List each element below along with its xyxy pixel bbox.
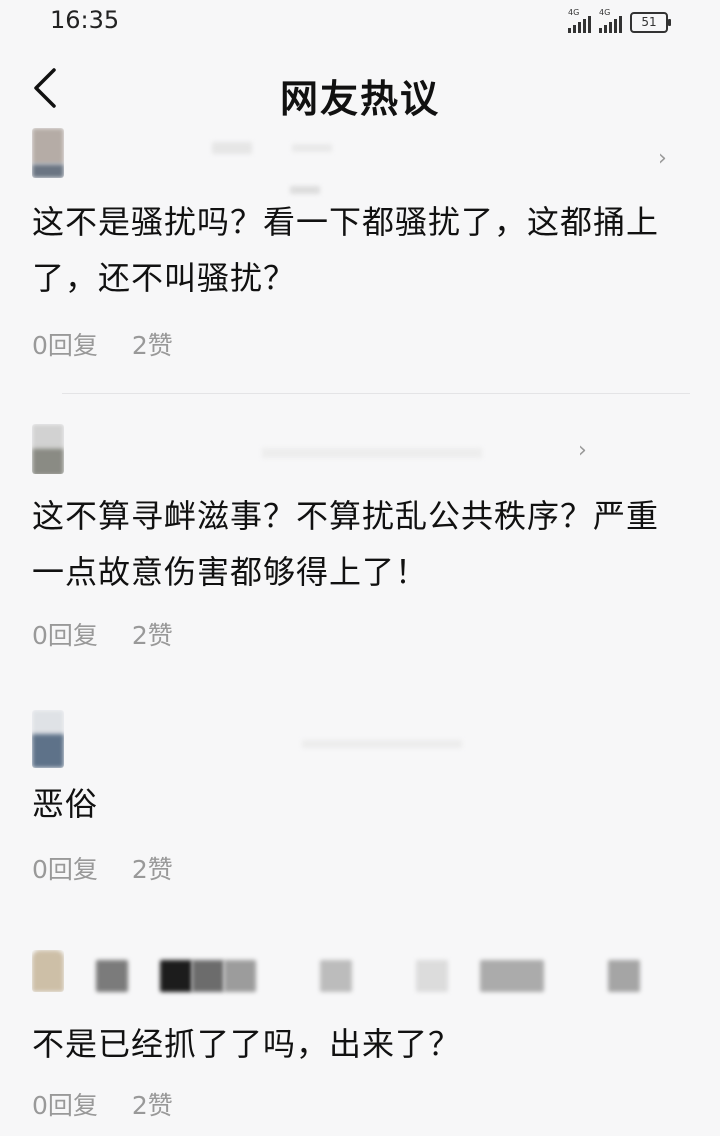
network-type-label: 4G — [568, 8, 580, 17]
username-redacted — [224, 960, 256, 992]
timestamp-redacted — [290, 186, 320, 194]
comment-meta: 0回复 2赞 — [32, 616, 173, 652]
comment-header[interactable]: › — [32, 424, 692, 484]
username-redacted — [292, 144, 332, 152]
avatar[interactable] — [32, 128, 64, 178]
reply-count[interactable]: 0回复 — [32, 1086, 98, 1122]
status-icons: 4G 4G 51 — [568, 8, 671, 33]
reply-count[interactable]: 0回复 — [32, 326, 98, 362]
like-count[interactable]: 2赞 — [132, 616, 173, 652]
comment-header[interactable] — [32, 710, 692, 770]
chevron-right-icon[interactable]: › — [658, 146, 667, 171]
username-redacted — [160, 960, 192, 992]
comment-meta: 0回复 2赞 — [32, 1086, 173, 1122]
comment-text: 恶俗 — [32, 785, 99, 823]
avatar[interactable] — [32, 950, 64, 992]
username-redacted — [320, 960, 352, 992]
username-redacted — [192, 960, 224, 992]
comment-meta: 0回复 2赞 — [32, 326, 173, 362]
signal-icon: 4G — [599, 8, 622, 33]
comment-text: 这不算寻衅滋事？不算扰乱公共秩序？严重一点故意伤害都够得上了！ — [32, 497, 660, 591]
like-count[interactable]: 2赞 — [132, 1086, 173, 1122]
reply-count[interactable]: 0回复 — [32, 850, 98, 886]
avatar[interactable] — [32, 710, 64, 768]
comment-header[interactable] — [32, 950, 692, 1010]
avatar[interactable] — [32, 424, 64, 474]
status-time: 16:35 — [50, 6, 120, 34]
nav-bar: 网友热议 — [0, 50, 720, 130]
username-redacted — [608, 960, 640, 992]
signal-icon: 4G — [568, 8, 591, 33]
divider — [62, 393, 690, 394]
chevron-right-icon[interactable]: › — [578, 438, 587, 463]
comment-text: 不是已经抓了了吗，出来了？ — [32, 1025, 462, 1063]
username-redacted — [96, 960, 128, 992]
comment-meta: 0回复 2赞 — [32, 850, 173, 886]
status-bar: 16:35 4G 4G 51 — [0, 0, 720, 44]
username-redacted — [480, 960, 544, 992]
username-redacted — [262, 448, 482, 458]
battery-icon: 51 — [630, 12, 671, 33]
like-count[interactable]: 2赞 — [132, 326, 173, 362]
username-redacted — [212, 142, 252, 154]
like-count[interactable]: 2赞 — [132, 850, 173, 886]
username-redacted — [302, 740, 462, 748]
comment-header[interactable]: › — [32, 128, 692, 194]
username-redacted — [416, 960, 448, 992]
network-type-label: 4G — [599, 8, 611, 17]
reply-count[interactable]: 0回复 — [32, 616, 98, 652]
page-title: 网友热议 — [279, 77, 440, 121]
comment-text: 这不是骚扰吗？看一下都骚扰了，这都捅上了，还不叫骚扰？ — [32, 203, 660, 297]
